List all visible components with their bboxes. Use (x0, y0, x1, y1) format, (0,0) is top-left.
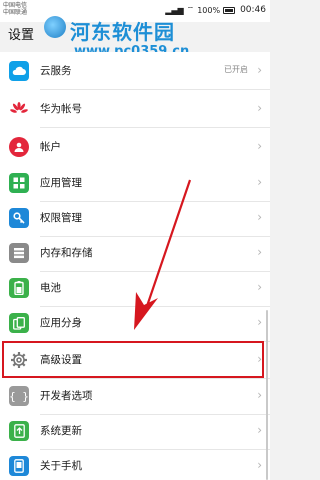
annotation-arrow (134, 179, 192, 330)
